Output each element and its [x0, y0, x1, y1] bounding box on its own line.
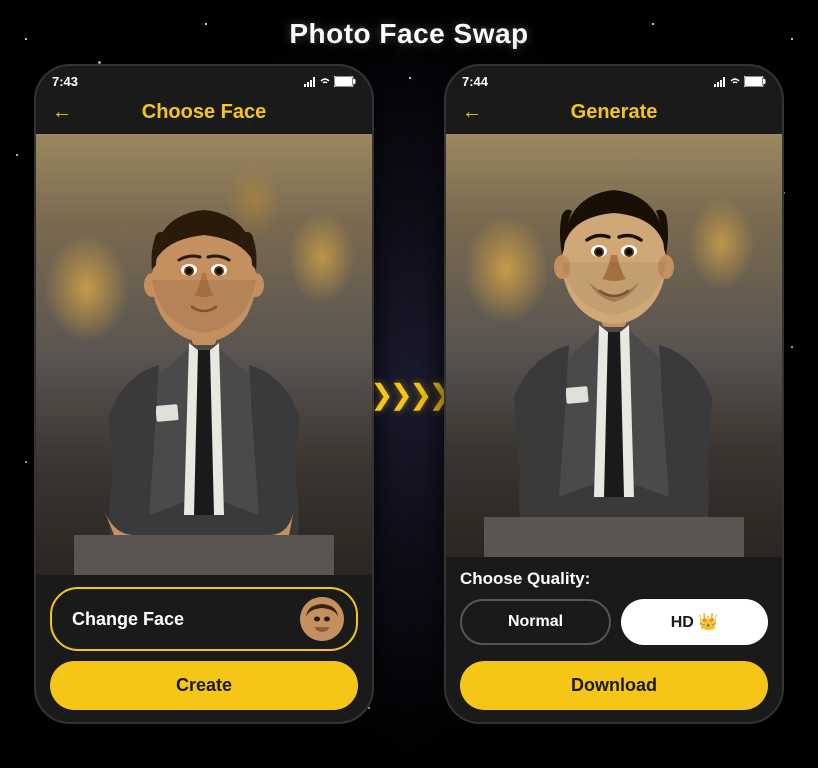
right-photo-canvas: [446, 134, 782, 557]
quality-section: Choose Quality: Normal HD 👑: [460, 569, 768, 651]
signal-icon: [304, 77, 316, 87]
right-status-time: 7:44: [462, 74, 488, 89]
left-back-arrow[interactable]: ←: [52, 101, 72, 124]
right-photo-area: [446, 134, 782, 557]
page-title: Photo Face Swap: [289, 18, 528, 50]
download-button[interactable]: Download: [460, 661, 768, 710]
left-photo-area: [36, 134, 372, 575]
phones-container: 7:43: [34, 64, 784, 724]
left-phone: 7:43: [34, 64, 374, 724]
chevron-arrows: ❯❯❯❯: [370, 378, 448, 411]
quality-options: Normal HD 👑: [460, 599, 768, 645]
wifi-icon: [320, 77, 330, 87]
change-face-row[interactable]: Change Face: [50, 587, 358, 651]
right-battery-icon: [744, 76, 766, 87]
left-photo-canvas: [36, 134, 372, 575]
left-status-bar: 7:43: [36, 66, 372, 93]
left-phone-bottom: Change Face: [36, 575, 372, 722]
right-signal-icon: [714, 77, 726, 87]
left-status-time: 7:43: [52, 74, 78, 89]
arrow-divider: ❯❯❯❯: [374, 378, 444, 411]
left-status-icons: [304, 76, 356, 87]
right-phone: 7:44: [444, 64, 784, 724]
right-status-bar: 7:44: [446, 66, 782, 93]
left-header-title: Choose Face: [142, 101, 266, 124]
face-thumbnail[interactable]: [300, 597, 344, 641]
right-header-title: Generate: [571, 101, 658, 124]
create-button[interactable]: Create: [50, 661, 358, 710]
right-person-svg: [484, 134, 744, 557]
face-thumbnail-svg: [300, 597, 344, 641]
normal-quality-button[interactable]: Normal: [460, 599, 611, 645]
left-person-svg: [74, 134, 334, 575]
hd-quality-button[interactable]: HD 👑: [621, 599, 768, 645]
right-status-icons: [714, 76, 766, 87]
left-phone-header: ← Choose Face: [36, 93, 372, 134]
right-wifi-icon: [730, 77, 740, 87]
battery-icon: [334, 76, 356, 87]
quality-label: Choose Quality:: [460, 569, 768, 589]
right-back-arrow[interactable]: ←: [462, 101, 482, 124]
change-face-label: Change Face: [72, 609, 184, 630]
right-phone-header: ← Generate: [446, 93, 782, 134]
right-phone-bottom: Choose Quality: Normal HD 👑 Download: [446, 557, 782, 722]
